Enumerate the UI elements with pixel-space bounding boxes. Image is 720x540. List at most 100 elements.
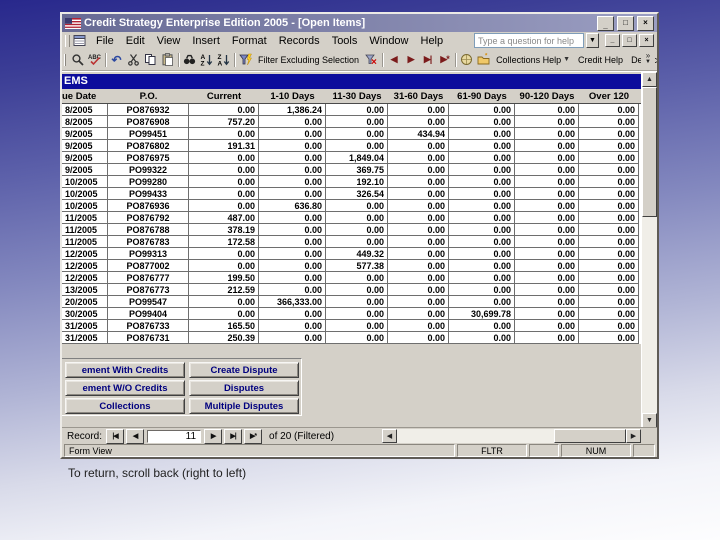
cell[interactable]: 199.50: [189, 272, 259, 284]
cell[interactable]: 30,699.78: [449, 308, 515, 320]
menu-grip[interactable]: [65, 34, 70, 47]
cell[interactable]: 0.00: [579, 224, 639, 236]
question-for-help-input[interactable]: Type a question for help: [474, 33, 584, 48]
cell[interactable]: 9/2005: [62, 152, 108, 164]
cell[interactable]: 0.00: [259, 272, 326, 284]
horizontal-scrollbar-track[interactable]: [397, 429, 626, 443]
cell[interactable]: 0.00: [189, 308, 259, 320]
cell[interactable]: PO876773: [108, 284, 189, 296]
cell[interactable]: 0.00: [515, 104, 579, 116]
cell[interactable]: 757.20: [189, 116, 259, 128]
cell[interactable]: 0.00: [189, 152, 259, 164]
sort-descending-icon[interactable]: ZA: [215, 51, 232, 68]
cell[interactable]: 10/2005: [62, 188, 108, 200]
cell[interactable]: 9/2005: [62, 164, 108, 176]
cell[interactable]: 0.00: [259, 152, 326, 164]
cell[interactable]: 0.00: [579, 320, 639, 332]
new-record-button[interactable]: ▶*: [244, 428, 263, 444]
next-record-icon[interactable]: ▶: [402, 51, 419, 68]
cell[interactable]: 30/2005: [62, 308, 108, 320]
cell[interactable]: 0.00: [515, 116, 579, 128]
new-object-icon[interactable]: *: [475, 51, 492, 68]
toolbar-options-icon[interactable]: » ▼: [641, 50, 655, 68]
cell[interactable]: 13/2005: [62, 284, 108, 296]
menu-records[interactable]: Records: [273, 34, 326, 48]
cell[interactable]: 0.00: [388, 140, 449, 152]
cell[interactable]: 0.00: [388, 248, 449, 260]
menu-edit[interactable]: Edit: [120, 34, 151, 48]
cell[interactable]: 378.19: [189, 224, 259, 236]
cell[interactable]: 0.00: [388, 224, 449, 236]
action-button[interactable]: Create Dispute: [189, 362, 299, 378]
cell[interactable]: 366,333.00: [259, 296, 326, 308]
cell[interactable]: 0.00: [515, 272, 579, 284]
cell[interactable]: 0.00: [388, 176, 449, 188]
cell[interactable]: 250.39: [189, 332, 259, 344]
menu-file[interactable]: File: [90, 34, 120, 48]
cell[interactable]: 0.00: [449, 200, 515, 212]
cell[interactable]: 0.00: [259, 224, 326, 236]
cell[interactable]: 0.00: [579, 128, 639, 140]
cell[interactable]: PO99451: [108, 128, 189, 140]
cell[interactable]: 0.00: [189, 260, 259, 272]
cell[interactable]: PO99280: [108, 176, 189, 188]
spelling-icon[interactable]: ABC: [86, 51, 103, 68]
first-record-button[interactable]: |◀: [106, 428, 125, 444]
cell[interactable]: 0.00: [515, 164, 579, 176]
cell[interactable]: 31/2005: [62, 332, 108, 344]
child-restore-button[interactable]: □: [622, 34, 637, 47]
cell[interactable]: 8/2005: [62, 104, 108, 116]
cell[interactable]: 0.00: [449, 212, 515, 224]
cell[interactable]: 0.00: [326, 296, 388, 308]
cell[interactable]: 1,849.04: [326, 152, 388, 164]
menu-window[interactable]: Window: [363, 34, 414, 48]
cell[interactable]: 0.00: [189, 176, 259, 188]
scroll-left-icon[interactable]: ◀: [382, 429, 397, 443]
cell[interactable]: 9/2005: [62, 128, 108, 140]
cell[interactable]: 10/2005: [62, 200, 108, 212]
filter-excluding-selection-button[interactable]: Filter Excluding Selection: [254, 51, 363, 68]
cell[interactable]: 0.00: [326, 128, 388, 140]
cell[interactable]: 11/2005: [62, 236, 108, 248]
cell[interactable]: 0.00: [449, 248, 515, 260]
action-button[interactable]: ement W/O Credits: [65, 380, 185, 396]
cell[interactable]: 0.00: [579, 188, 639, 200]
cell[interactable]: 191.31: [189, 140, 259, 152]
cell[interactable]: 0.00: [388, 284, 449, 296]
scroll-up-icon[interactable]: ▲: [642, 72, 657, 87]
cell[interactable]: 0.00: [259, 260, 326, 272]
cell[interactable]: 0.00: [579, 236, 639, 248]
vertical-scrollbar-thumb[interactable]: [642, 87, 657, 217]
cell[interactable]: 0.00: [449, 164, 515, 176]
cell[interactable]: 0.00: [259, 176, 326, 188]
cell[interactable]: 0.00: [515, 332, 579, 344]
cell[interactable]: PO876731: [108, 332, 189, 344]
cell[interactable]: 0.00: [515, 224, 579, 236]
cell[interactable]: 0.00: [579, 248, 639, 260]
cell[interactable]: 20/2005: [62, 296, 108, 308]
cell[interactable]: 0.00: [326, 212, 388, 224]
previous-record-button[interactable]: ◀: [126, 428, 145, 444]
cell[interactable]: PO876802: [108, 140, 189, 152]
cell[interactable]: 0.00: [259, 164, 326, 176]
question-dropdown-icon[interactable]: ▼: [586, 33, 599, 48]
cell[interactable]: 0.00: [449, 188, 515, 200]
cell[interactable]: 0.00: [449, 236, 515, 248]
record-number-input[interactable]: 11: [147, 429, 202, 443]
cell[interactable]: 8/2005: [62, 116, 108, 128]
cell[interactable]: 0.00: [388, 164, 449, 176]
previous-record-icon[interactable]: ◀: [385, 51, 402, 68]
cell[interactable]: 0.00: [259, 284, 326, 296]
cell[interactable]: 0.00: [449, 140, 515, 152]
cell[interactable]: 0.00: [189, 200, 259, 212]
cell[interactable]: 369.75: [326, 164, 388, 176]
cell[interactable]: 0.00: [326, 200, 388, 212]
cell[interactable]: 0.00: [579, 140, 639, 152]
cell[interactable]: 192.10: [326, 176, 388, 188]
cell[interactable]: 0.00: [515, 212, 579, 224]
sort-ascending-icon[interactable]: AZ: [198, 51, 215, 68]
cell[interactable]: PO876783: [108, 236, 189, 248]
cell[interactable]: 326.54: [326, 188, 388, 200]
cell[interactable]: 0.00: [259, 320, 326, 332]
cell[interactable]: 0.00: [189, 248, 259, 260]
